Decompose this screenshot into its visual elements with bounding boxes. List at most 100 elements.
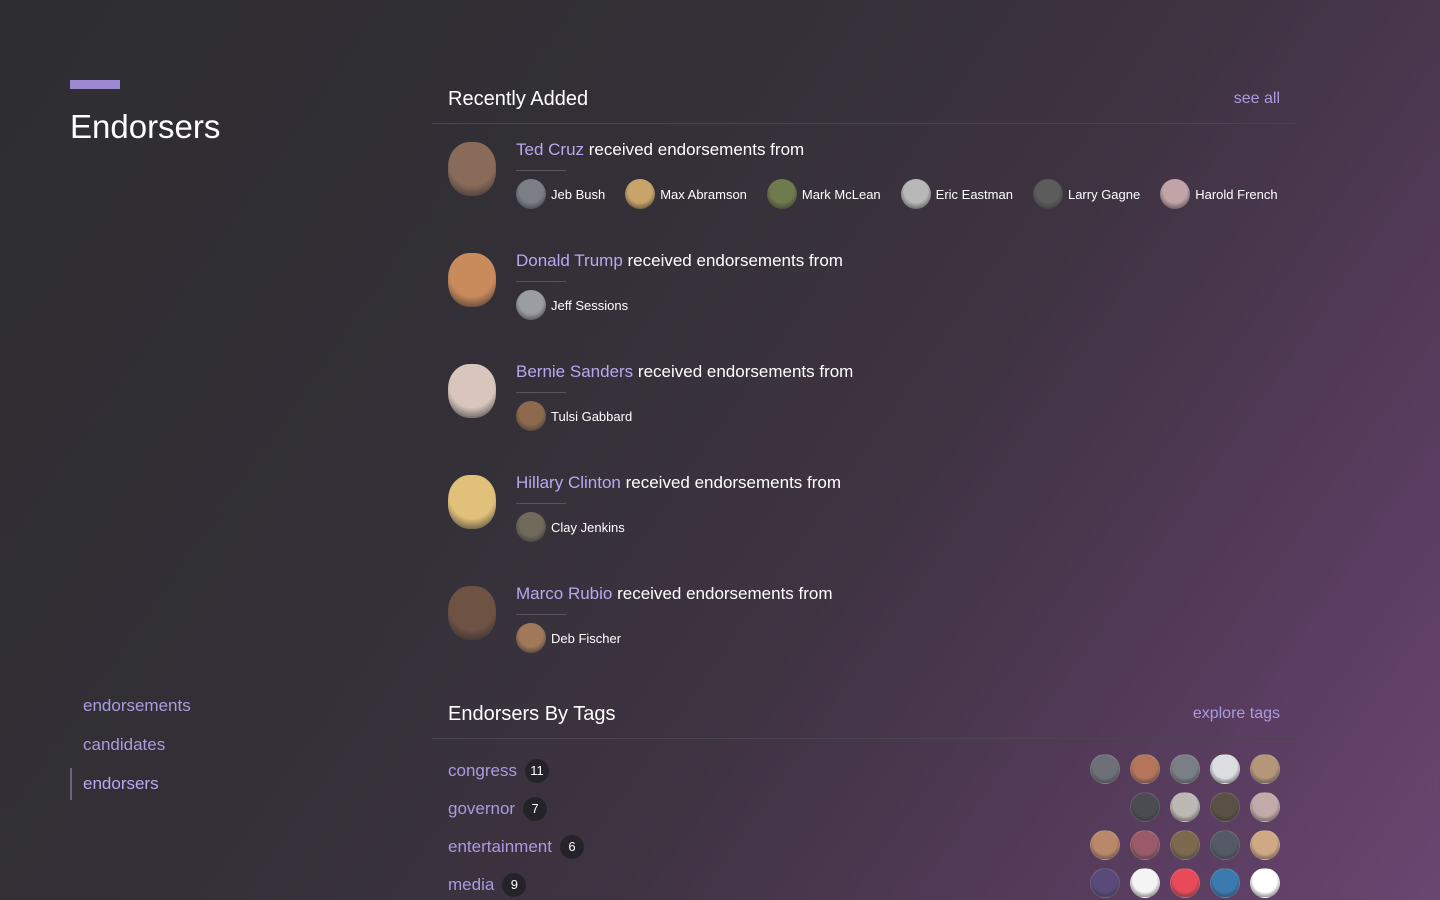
endorser-item[interactable]: Max Abramson (625, 179, 747, 209)
tag-link[interactable]: congress (448, 761, 517, 781)
tag-link[interactable]: media (448, 875, 494, 895)
tag-endorser-avatar[interactable] (1250, 830, 1280, 860)
tag-count-badge: 9 (502, 873, 527, 897)
candidate-avatar[interactable] (448, 142, 496, 196)
tag-endorser-avatar[interactable] (1170, 830, 1200, 860)
endorser-avatar (516, 512, 546, 542)
explore-tags-link[interactable]: explore tags (1193, 705, 1280, 723)
candidate-avatar[interactable] (448, 253, 496, 307)
endorser-avatar (516, 623, 546, 653)
tag-row: congress 11 (432, 751, 1296, 789)
section-title: Endorsers By Tags (448, 703, 616, 725)
candidate-link[interactable]: Marco Rubio (516, 584, 612, 603)
entry-suffix: received endorsements from (622, 251, 843, 270)
endorser-list: Tulsi Gabbard (516, 401, 652, 431)
endorser-name: Max Abramson (660, 186, 747, 202)
tag-endorser-avatar[interactable] (1210, 754, 1240, 784)
endorser-item[interactable]: Mark McLean (766, 179, 881, 209)
tag-endorser-avatar[interactable] (1130, 792, 1160, 822)
endorser-list: Clay Jenkins (516, 512, 645, 542)
tag-endorser-avatar[interactable] (1170, 868, 1200, 898)
endorser-item[interactable]: Clay Jenkins (516, 512, 625, 542)
title-accent-bar (70, 80, 120, 89)
endorsement-entry: Ted Cruz received endorsements from Jeb B… (432, 124, 1296, 235)
tag-endorser-avatar[interactable] (1090, 830, 1120, 860)
tags-list: congress 11 governor 7 entertainment 6 media 9 (432, 739, 1296, 900)
sidebar-nav: endorsements candidates endorsers (70, 690, 191, 807)
candidate-avatar[interactable] (448, 586, 496, 640)
candidate-avatar[interactable] (448, 475, 496, 529)
endorser-avatar (1160, 179, 1191, 209)
tag-endorser-avatar[interactable] (1210, 830, 1240, 860)
candidate-link[interactable]: Donald Trump (516, 251, 623, 270)
endorser-avatar (625, 179, 656, 209)
endorser-avatar (516, 179, 546, 209)
entry-suffix: received endorsements from (620, 473, 842, 492)
endorser-item[interactable]: Jeb Bush (516, 179, 605, 209)
endorser-name: Jeb Bush (551, 186, 606, 202)
tag-link[interactable]: entertainment (448, 837, 552, 857)
tag-count-badge: 7 (523, 797, 548, 821)
candidate-link[interactable]: Ted Cruz (516, 140, 584, 159)
section-header: Endorsers By Tags explore tags (432, 695, 1296, 739)
tag-link[interactable]: governor (448, 799, 515, 819)
section-header: Recently Added see all (432, 80, 1296, 124)
tag-label: congress 11 (448, 759, 549, 783)
nav-item-candidates[interactable]: candidates (70, 729, 191, 761)
endorser-avatar (766, 179, 797, 209)
nav-item-endorsers[interactable]: endorsers (70, 768, 191, 800)
nav-item-endorsements[interactable]: endorsements (70, 690, 191, 722)
tag-count-badge: 6 (559, 835, 584, 859)
endorser-avatar (516, 290, 546, 320)
endorsement-entry: Hillary Clinton received endorsements fr… (432, 457, 1296, 568)
divider (516, 614, 566, 615)
endorser-name: Mark McLean (801, 186, 881, 202)
tag-avatar-group (1080, 868, 1280, 898)
divider (516, 170, 566, 171)
tag-endorser-avatar[interactable] (1250, 754, 1280, 784)
endorser-item[interactable]: Larry Gagne (1032, 179, 1141, 209)
tag-label: governor 7 (448, 797, 548, 821)
endorser-name: Tulsi Gabbard (551, 408, 633, 424)
endorser-name: Clay Jenkins (551, 519, 625, 535)
endorser-list: Deb Fischer (516, 623, 641, 653)
endorser-name: Harold French (1195, 186, 1278, 202)
divider (516, 281, 566, 282)
tag-row: entertainment 6 (432, 827, 1296, 865)
divider (516, 392, 566, 393)
tag-endorser-avatar[interactable] (1250, 868, 1280, 898)
endorser-item[interactable]: Harold French (1160, 179, 1278, 209)
endorser-list: Jeff Sessions (516, 290, 648, 320)
endorser-name: Larry Gagne (1067, 186, 1141, 202)
endorser-item[interactable]: Eric Eastman (900, 179, 1013, 209)
tag-endorser-avatar[interactable] (1170, 792, 1200, 822)
tag-endorser-avatar[interactable] (1210, 792, 1240, 822)
tag-endorser-avatar[interactable] (1210, 868, 1240, 898)
tag-endorser-avatar[interactable] (1090, 868, 1120, 898)
tag-endorser-avatar[interactable] (1170, 754, 1200, 784)
endorser-avatar (900, 179, 931, 209)
tag-endorser-avatar[interactable] (1130, 830, 1160, 860)
tag-endorser-avatar[interactable] (1250, 792, 1280, 822)
endorser-item[interactable]: Tulsi Gabbard (516, 401, 632, 431)
candidate-link[interactable]: Hillary Clinton (516, 473, 621, 492)
candidate-link[interactable]: Bernie Sanders (516, 362, 633, 381)
divider (516, 503, 566, 504)
entry-headline: Donald Trump received endorsements from (516, 251, 843, 271)
endorser-name: Eric Eastman (935, 186, 1013, 202)
entry-headline: Ted Cruz received endorsements from (516, 140, 804, 160)
tag-avatar-group (1120, 792, 1280, 822)
tag-avatar-group (1080, 830, 1280, 860)
see-all-link[interactable]: see all (1234, 90, 1280, 108)
candidate-avatar[interactable] (448, 364, 496, 418)
entry-suffix: received endorsements from (633, 362, 854, 381)
tag-endorser-avatar[interactable] (1090, 754, 1120, 784)
endorser-avatar (1032, 179, 1063, 209)
entry-headline: Hillary Clinton received endorsements fr… (516, 473, 841, 493)
tag-endorser-avatar[interactable] (1130, 754, 1160, 784)
tag-label: entertainment 6 (448, 835, 584, 859)
endorser-list: Jeb Bush Max Abramson Mark McLean Eric East… (516, 179, 1298, 209)
endorser-item[interactable]: Deb Fischer (516, 623, 621, 653)
tag-endorser-avatar[interactable] (1130, 868, 1160, 898)
endorser-item[interactable]: Jeff Sessions (516, 290, 628, 320)
